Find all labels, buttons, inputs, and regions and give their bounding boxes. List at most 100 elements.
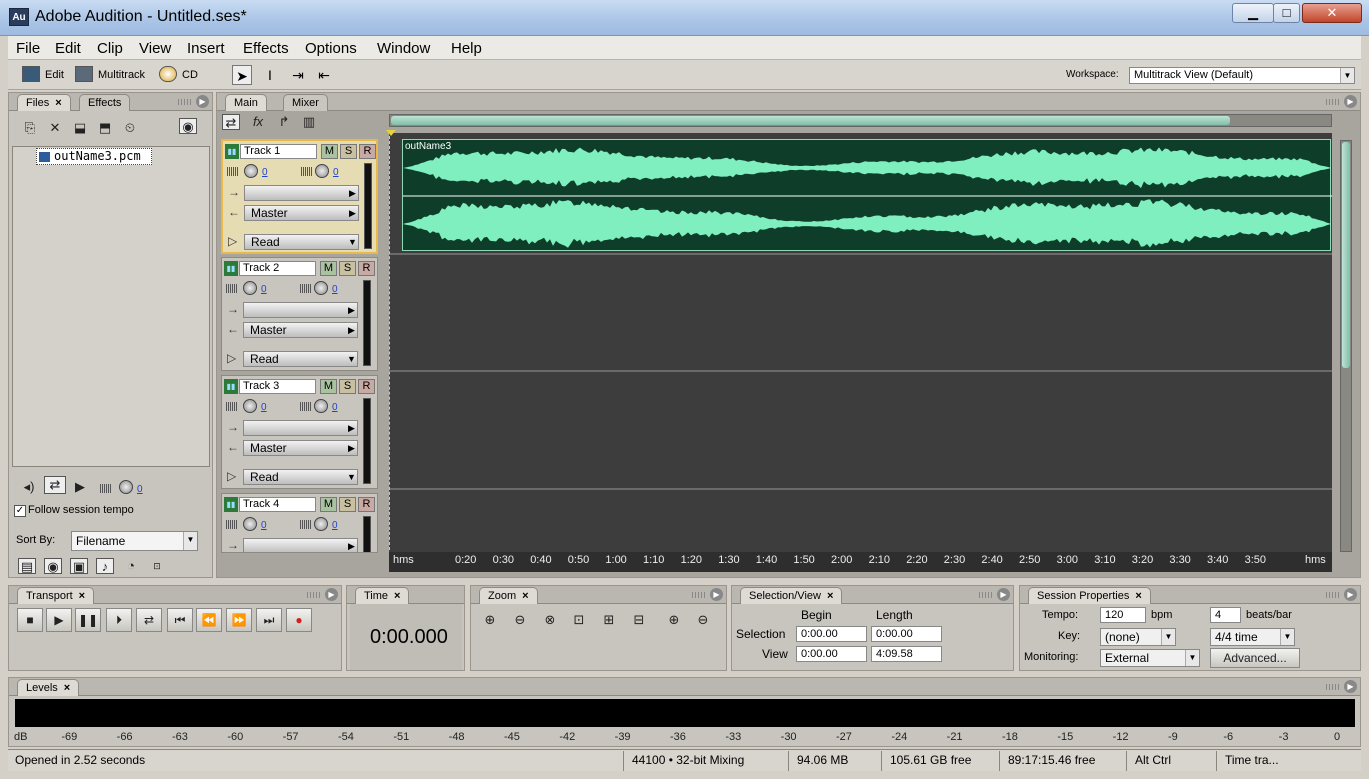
advanced-button[interactable]: Advanced... <box>1210 648 1300 668</box>
record-transport-button[interactable]: ● <box>286 608 312 632</box>
show-file-type-icon[interactable]: ◉ <box>179 118 197 134</box>
sort-by-select[interactable]: Filename ▼ <box>71 531 198 551</box>
menu-options[interactable]: Options <box>305 40 357 57</box>
menu-file[interactable]: File <box>16 40 40 57</box>
panel-menu-icon[interactable]: ▶ <box>1344 95 1357 108</box>
panel-grip-icon[interactable] <box>307 592 321 598</box>
volume-knob[interactable] <box>243 399 257 413</box>
record-button[interactable]: R <box>358 379 375 394</box>
selection-begin-field[interactable]: 0:00.00 <box>796 626 867 642</box>
view-length-field[interactable]: 4:09.58 <box>871 646 942 662</box>
loop-icon[interactable]: ⇄ <box>44 476 66 494</box>
filter-multitrack-icon[interactable]: ▤ <box>18 558 36 574</box>
expand-icon[interactable]: ▷ <box>227 351 236 365</box>
expand-icon[interactable]: ▷ <box>227 469 236 483</box>
track-name-field[interactable]: Track 4 <box>239 497 316 512</box>
go-to-start-button[interactable]: ⏮ <box>167 608 193 632</box>
volume-value[interactable]: 0 <box>261 284 267 295</box>
pan-knob[interactable] <box>314 281 328 295</box>
effects-icon[interactable]: fx <box>249 114 267 130</box>
mute-button[interactable]: M <box>321 144 338 159</box>
time-selection-tool-icon[interactable]: I <box>260 65 280 85</box>
multitrack-view-label[interactable]: Multitrack <box>98 69 145 81</box>
eq-icon[interactable]: ▥ <box>300 114 318 130</box>
list-item[interactable]: outName3.pcm <box>36 148 152 165</box>
scrub-tool-icon[interactable]: ⇤ <box>314 65 334 85</box>
audio-clip[interactable] <box>402 139 1332 251</box>
edit-view-label[interactable]: Edit <box>45 69 64 81</box>
import-file-icon[interactable]: ⎘ <box>21 120 39 136</box>
mute-button[interactable]: M <box>320 261 337 276</box>
tab-effects[interactable]: Effects <box>79 94 131 111</box>
track-name-field[interactable]: Track 3 <box>239 379 316 394</box>
record-button[interactable]: R <box>358 497 375 512</box>
input-select[interactable]: ▶ <box>243 420 358 436</box>
volume-knob[interactable] <box>244 164 258 178</box>
key-select[interactable]: (none) ▼ <box>1100 628 1176 646</box>
vertical-scroll-thumb[interactable] <box>1342 142 1350 368</box>
close-icon[interactable]: × <box>1135 590 1141 602</box>
solo-button[interactable]: S <box>340 144 357 159</box>
panel-grip-icon[interactable] <box>1326 99 1340 105</box>
cd-icon[interactable] <box>159 66 177 82</box>
zoom-selection-icon[interactable]: ⊡ <box>570 612 588 628</box>
menu-clip[interactable]: Clip <box>97 40 123 57</box>
view-begin-field[interactable]: 0:00.00 <box>796 646 867 662</box>
play-button[interactable]: ▶ <box>46 608 72 632</box>
tab-zoom[interactable]: Zoom × <box>479 587 538 604</box>
tab-levels[interactable]: Levels × <box>17 679 80 696</box>
pan-value[interactable]: 0 <box>332 402 338 413</box>
inputs-outputs-icon[interactable]: ⇄ <box>222 114 240 130</box>
close-file-icon[interactable]: ✕ <box>46 120 64 136</box>
tab-transport[interactable]: Transport × <box>17 587 95 604</box>
pan-value[interactable]: 0 <box>332 520 338 531</box>
track-3[interactable]: ▮▮ Track 3 M S R 0 0 → ▶ ← Master ▶ ▷ Rea… <box>221 375 378 489</box>
menu-insert[interactable]: Insert <box>187 40 225 57</box>
zoom-right-edge-icon[interactable]: ⊟ <box>630 612 648 628</box>
rewind-button[interactable]: ⏪ <box>196 608 222 632</box>
menu-window[interactable]: Window <box>377 40 430 57</box>
pause-button[interactable]: ❚❚ <box>75 608 101 632</box>
output-select[interactable]: Master ▶ <box>243 440 358 456</box>
close-icon[interactable]: × <box>394 590 400 602</box>
tempo-field[interactable]: 120 <box>1100 607 1146 623</box>
pan-value[interactable]: 0 <box>332 284 338 295</box>
fast-forward-button[interactable]: ⏩ <box>226 608 252 632</box>
automation-select[interactable]: Read ▼ <box>243 469 358 485</box>
hybrid-tool-icon[interactable]: ⇥ <box>288 65 308 85</box>
close-icon[interactable]: × <box>79 590 85 602</box>
volume-knob[interactable] <box>243 517 257 531</box>
follow-tempo-checkbox[interactable]: ✓ <box>14 505 26 517</box>
filter-video-icon[interactable]: ▣ <box>70 558 88 574</box>
tab-session-properties[interactable]: Session Properties × <box>1028 587 1151 604</box>
workspace-select[interactable]: Multitrack View (Default) ▼ <box>1129 67 1355 84</box>
panel-grip-icon[interactable] <box>178 99 192 105</box>
zoom-out-full-icon[interactable]: ⊗ <box>541 612 559 628</box>
solo-button[interactable]: S <box>339 379 356 394</box>
panel-menu-icon[interactable]: ▶ <box>196 95 209 108</box>
filter-cd-icon[interactable]: ⊡ <box>148 558 166 574</box>
lane-divider[interactable] <box>389 253 1332 255</box>
panel-menu-icon[interactable]: ▶ <box>1344 680 1357 693</box>
move-tool-icon[interactable]: ➤ <box>232 65 252 85</box>
play-preview-icon[interactable]: ⏲ <box>121 120 139 136</box>
close-icon[interactable]: × <box>827 590 833 602</box>
play-icon[interactable]: ▶ <box>71 479 89 495</box>
playhead-marker-icon[interactable] <box>386 130 396 136</box>
track-4[interactable]: ▮▮ Track 4 M S R 0 0 → ▶ <box>221 493 378 553</box>
solo-button[interactable]: S <box>339 261 356 276</box>
menu-effects[interactable]: Effects <box>243 40 289 57</box>
menu-edit[interactable]: Edit <box>55 40 81 57</box>
track-name-field[interactable]: Track 2 <box>239 261 316 276</box>
automation-select[interactable]: Read ▼ <box>243 351 358 367</box>
pan-knob[interactable] <box>314 517 328 531</box>
expand-icon[interactable]: ▷ <box>228 234 237 248</box>
mute-button[interactable]: M <box>320 379 337 394</box>
beats-field[interactable]: 4 <box>1210 607 1241 623</box>
track-name-field[interactable]: Track 1 <box>240 144 317 159</box>
tab-selection-view[interactable]: Selection/View × <box>740 587 843 604</box>
volume-value[interactable]: 0 <box>261 520 267 531</box>
record-button[interactable]: R <box>358 261 375 276</box>
panel-grip-icon[interactable] <box>979 592 993 598</box>
close-icon[interactable]: × <box>64 682 70 694</box>
